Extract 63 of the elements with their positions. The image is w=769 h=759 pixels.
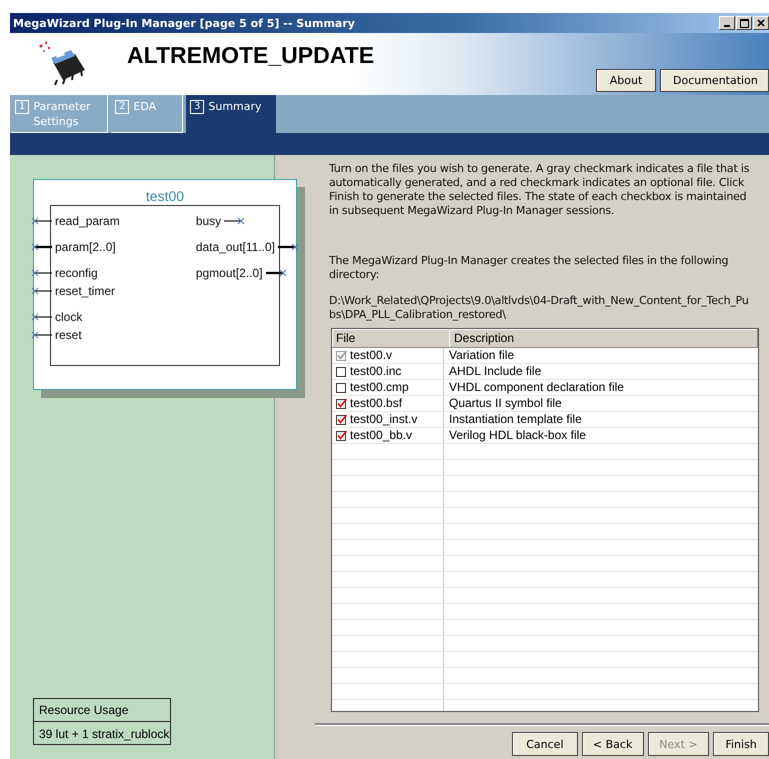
table-cell-text: VHDL component declaration file: [448, 380, 625, 395]
tab-number: 1: [15, 100, 30, 114]
close-icon: [757, 19, 765, 27]
port-label: pgmout[2..0]: [194, 266, 264, 280]
file-name: test00_bb.v: [350, 428, 412, 443]
port-wire: [32, 268, 52, 278]
resource-usage-heading: Resource Usage: [34, 699, 170, 722]
checkbox[interactable]: [336, 398, 347, 409]
column-header[interactable]: File: [332, 329, 449, 347]
table-cell-text: Instantiation template file: [448, 412, 583, 427]
port-wire: [32, 330, 52, 340]
wizard-button[interactable]: < Back: [582, 732, 644, 756]
port-wire: [224, 216, 244, 226]
checkbox[interactable]: [336, 414, 347, 425]
file-name: test00.cmp: [350, 380, 409, 395]
table-cell-text: Verilog HDL black-box file: [448, 428, 587, 443]
checkbox[interactable]: [336, 350, 347, 361]
port-wire: [32, 216, 52, 226]
tab[interactable]: 3 Summary: [186, 95, 276, 133]
table-cell-text: Variation file: [448, 348, 516, 363]
table-cell-text: Quartus II symbol file: [448, 396, 563, 411]
port-label: busy: [194, 214, 222, 228]
port-label: reconfig: [54, 266, 99, 280]
port-label: param[2..0]: [54, 240, 117, 254]
wizard-title: ALTREMOTE_UPDATE: [127, 42, 376, 70]
tab-label: Parameter Settings: [33, 99, 92, 129]
file-name: test00.bsf: [350, 396, 402, 411]
checkbox[interactable]: [336, 366, 347, 377]
checkbox[interactable]: [336, 430, 347, 441]
column-header[interactable]: Description: [449, 329, 758, 347]
port-label: read_param: [54, 214, 121, 228]
directory-note: The MegaWizard Plug-In Manager creates the selected files in the following directory:: [329, 254, 730, 282]
tab-label: Summary: [208, 99, 262, 114]
file-name: test00.inc: [350, 364, 402, 379]
file-name: test00.v: [350, 348, 392, 363]
close-button[interactable]: [753, 16, 769, 30]
bus-wire: [266, 268, 286, 278]
port-wire: [32, 312, 52, 322]
maximize-icon: [740, 18, 748, 28]
directory-path: D:\Work_Related\QProjects\9.0\altlvds\04-Draft_with_New_Content_for_Tech_Pubs\DPA_PLL_Calibration_restored\: [329, 294, 750, 322]
tab-number: 3: [190, 100, 204, 114]
symbol-name: test00: [146, 188, 184, 204]
port-label: clock: [54, 310, 84, 324]
minimize-button[interactable]: [719, 16, 735, 30]
header-button[interactable]: About: [596, 69, 656, 92]
port-label: reset_timer: [54, 284, 116, 298]
header-button[interactable]: Documentation: [660, 69, 769, 92]
checkbox[interactable]: [336, 382, 347, 393]
table-cell-text: AHDL Include file: [448, 364, 542, 379]
resource-usage-value: 39 lut + 1 stratix_rublock: [38, 726, 170, 743]
wizard-button[interactable]: Finish: [713, 732, 769, 756]
bus-wire: [32, 242, 52, 252]
port-wire: [32, 286, 52, 296]
maximize-button[interactable]: [736, 16, 752, 30]
port-label: reset: [54, 328, 83, 342]
port-label: data_out[11..0]: [194, 240, 276, 254]
bus-wire: [278, 242, 298, 252]
tab-number: 2: [115, 100, 130, 114]
tab-label: EDA: [133, 99, 156, 114]
instructions-text: Turn on the files you wish to generate. A gray checkmark indicates a file that is automatically generated, and a red checkmark indicates an optional file. Click Finish to generate the selected files. The state of each checkbox is maintained in subsequent MegaWizard Plug-In Manager sessions.: [329, 162, 750, 218]
wizard-button[interactable]: Cancel: [512, 732, 578, 756]
window-title: MegaWizard Plug-In Manager [page 5 of 5] -- Summary: [13, 16, 355, 30]
file-name: test00_inst.v: [350, 412, 418, 427]
